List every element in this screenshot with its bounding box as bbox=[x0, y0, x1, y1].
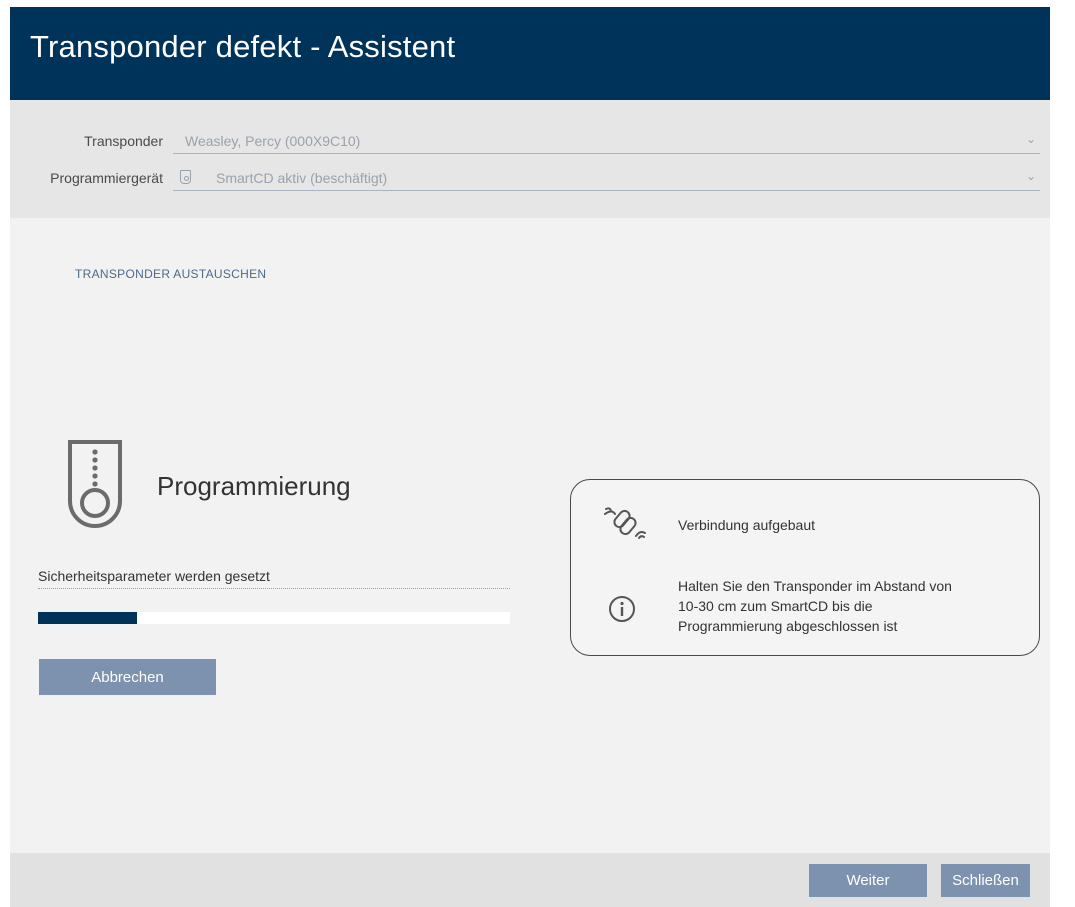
chevron-down-icon: ⌄ bbox=[1025, 132, 1036, 146]
close-button[interactable]: Schließen bbox=[941, 864, 1030, 897]
transponder-select[interactable]: Weasley, Percy (000X9C10) ⌄ bbox=[173, 129, 1040, 154]
transponder-icon bbox=[68, 440, 122, 528]
connection-link-icon bbox=[604, 507, 646, 539]
chevron-down-icon: ⌄ bbox=[1025, 169, 1036, 183]
selection-form: Transponder Weasley, Percy (000X9C10) ⌄ … bbox=[10, 100, 1050, 218]
progress-bar bbox=[38, 612, 510, 624]
device-icon bbox=[180, 170, 191, 184]
transponder-label: Transponder bbox=[84, 133, 163, 149]
info-box: Verbindung aufgebaut Halten Sie den Tran… bbox=[570, 479, 1040, 656]
device-label: Programmiergerät bbox=[50, 170, 163, 186]
section-title: TRANSPONDER AUSTAUSCHEN bbox=[75, 267, 267, 281]
footer-bar: Weiter Schließen bbox=[10, 853, 1050, 907]
hint-text: Halten Sie den Transponder im Abstand vo… bbox=[678, 576, 952, 636]
cancel-button[interactable]: Abbrechen bbox=[39, 659, 216, 695]
next-button[interactable]: Weiter bbox=[809, 864, 927, 897]
progress-fill bbox=[38, 612, 138, 624]
transponder-row: Transponder Weasley, Percy (000X9C10) ⌄ bbox=[10, 129, 1050, 155]
connection-status: Verbindung aufgebaut bbox=[678, 517, 816, 533]
hint-line: Halten Sie den Transponder im Abstand vo… bbox=[678, 578, 952, 594]
device-select[interactable]: SmartCD aktiv (beschäftigt) ⌄ bbox=[173, 166, 1040, 191]
title-bar: Transponder defekt - Assistent bbox=[10, 7, 1050, 100]
info-icon bbox=[609, 596, 635, 622]
device-row: Programmiergerät SmartCD aktiv (beschäft… bbox=[10, 166, 1050, 192]
wizard-window: Transponder defekt - Assistent Transpond… bbox=[10, 7, 1050, 907]
programming-title: Programmierung bbox=[157, 471, 351, 501]
device-value: SmartCD aktiv (beschäftigt) bbox=[216, 170, 388, 186]
hint-line: 10-30 cm zum SmartCD bis die bbox=[678, 598, 873, 614]
status-text: Sicherheitsparameter werden gesetzt bbox=[38, 568, 510, 589]
hint-line: Programmierung abgeschlossen ist bbox=[678, 618, 898, 634]
window-title: Transponder defekt - Assistent bbox=[30, 29, 456, 64]
transponder-value: Weasley, Percy (000X9C10) bbox=[185, 133, 361, 149]
